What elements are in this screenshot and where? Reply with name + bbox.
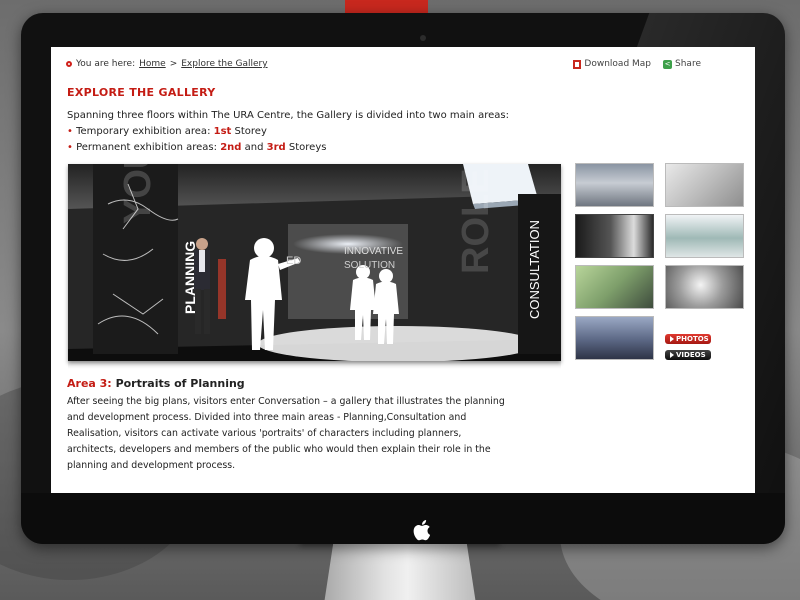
monitor-stand [324,544,476,600]
videos-label: VIDEOS [676,351,706,359]
bullet-tail: Storeys [288,142,327,153]
breadcrumb: You are here: Home > Explore the Gallery [66,59,268,69]
intro-text: Spanning three floors within The URA Cen… [67,110,509,121]
area-name: Portraits of Planning [115,377,245,390]
camera-icon [420,35,426,41]
pdf-icon [573,59,582,69]
hero-word-consultation: CONSULTATION [527,220,542,319]
location-dot-icon [66,61,72,67]
bullet-mid: and [244,142,264,153]
bullet-highlight: 3rd [266,142,286,153]
screen: You are here: Home > Explore the Gallery… [51,47,755,493]
bullet-label: Permanent exhibition areas: [76,142,217,153]
hero-word-solution: SOLUTION [344,260,395,271]
monitor-chin [21,493,785,544]
area-label: Area 3: [67,377,112,390]
breadcrumb-prefix: You are here: [76,59,136,69]
thumbnail[interactable] [575,163,654,207]
hero-word-role: ROLE [455,168,497,274]
share-label: Share [675,59,701,69]
intro-block: Spanning three floors within The URA Cen… [67,108,509,156]
bullet-tail: Storey [234,126,267,137]
download-map-label: Download Map [584,59,652,69]
gallery-main-image: PLANNING INNOVATIVE SOLUTION ED YOUR ROL… [68,164,561,361]
thumbnail-active[interactable] [575,214,654,258]
play-icon [670,352,674,358]
breadcrumb-separator: > [169,59,178,69]
download-map-button[interactable]: Download Map [573,59,651,69]
intro-bullet-permanent: Permanent exhibition areas: 2nd and 3rd … [67,140,509,156]
bullet-highlight: 2nd [220,142,242,153]
thumbnail[interactable] [665,214,744,258]
breadcrumb-current-link[interactable]: Explore the Gallery [181,59,267,69]
thumbnail[interactable] [665,265,744,309]
hero-word-innovative: INNOVATIVE [344,246,403,257]
page-tools: Download Map < Share [573,59,701,69]
thumbnail[interactable] [575,265,654,309]
photos-button[interactable]: PHOTOS [665,334,711,344]
videos-button[interactable]: VIDEOS [665,350,711,360]
play-icon [670,336,674,342]
hero-word-ed: ED [286,255,301,267]
hero-word-your: YOUR [117,164,159,224]
area-heading: Area 3: Portraits of Planning [67,377,245,390]
page-title: EXPLORE THE GALLERY [67,86,216,99]
bullet-highlight: 1st [213,126,232,137]
share-button[interactable]: < Share [663,59,701,69]
area-description: After seeing the big plans, visitors ent… [67,396,505,471]
apple-logo-icon [413,520,431,541]
thumbnail[interactable] [665,163,744,207]
photos-label: PHOTOS [676,335,709,343]
bullet-label: Temporary exhibition area: [76,126,211,137]
thumbnail-grid [575,163,744,360]
hero-reflection [68,361,561,369]
breadcrumb-home-link[interactable]: Home [139,59,166,69]
intro-bullet-temporary: Temporary exhibition area: 1st Storey [67,124,509,140]
gallery-scene: PLANNING INNOVATIVE SOLUTION ED YOUR ROL… [68,164,561,361]
share-icon: < [663,59,673,69]
thumbnail[interactable] [575,316,654,360]
